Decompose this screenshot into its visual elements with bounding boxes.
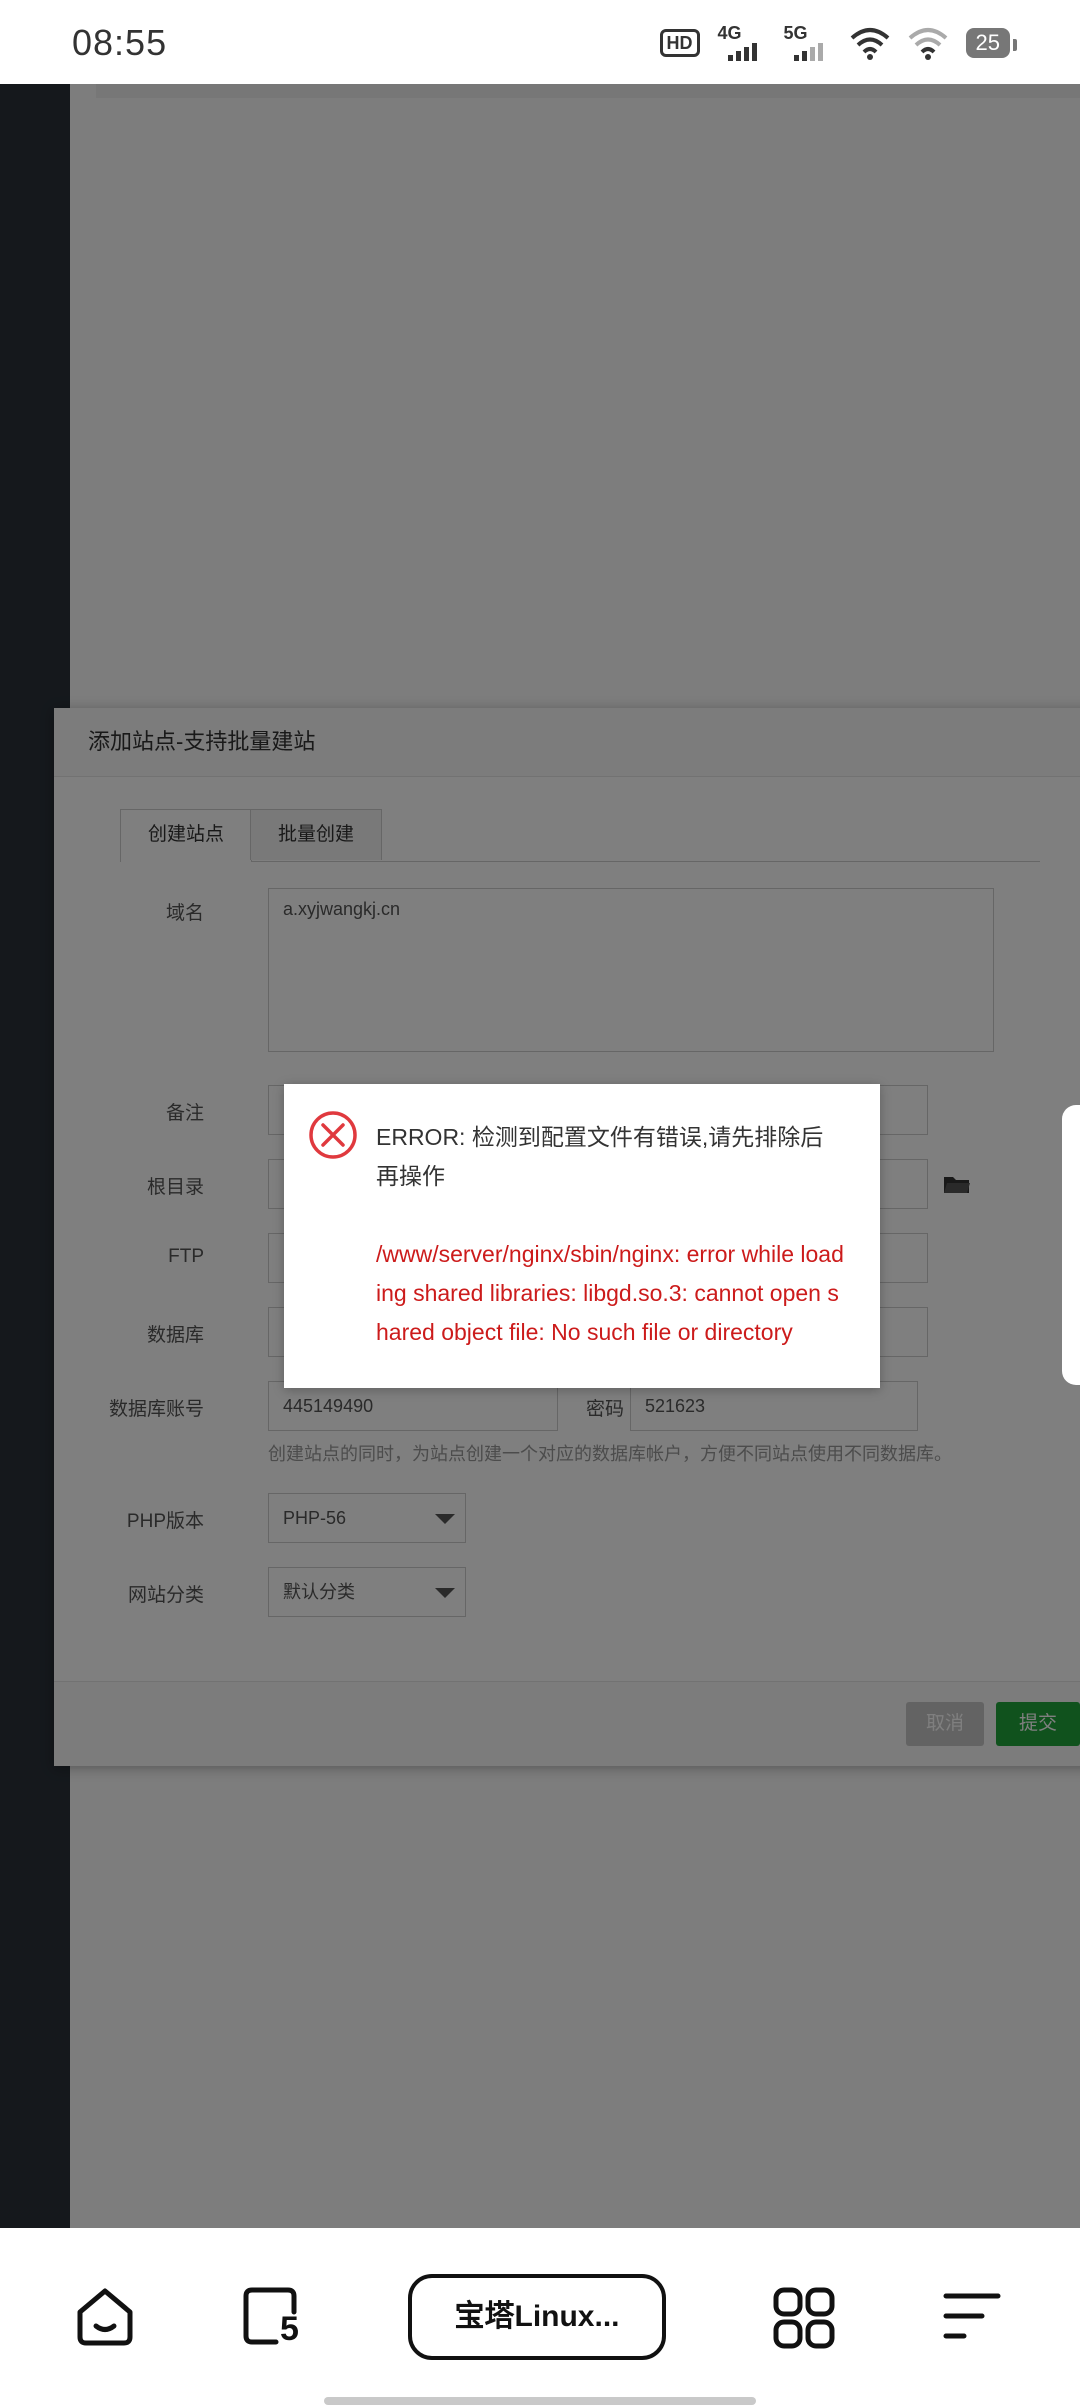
- page-title-pill[interactable]: 宝塔Linux...: [408, 2274, 666, 2360]
- home-icon[interactable]: [74, 2286, 136, 2348]
- status-bar: 08:55 HD 4G 5G 25: [0, 0, 1080, 84]
- hd-icon: HD: [659, 29, 700, 57]
- home-indicator[interactable]: [324, 2397, 756, 2405]
- status-icons: HD 4G 5G 25: [659, 22, 1018, 64]
- edge-panel-handle[interactable]: [1062, 1105, 1080, 1385]
- error-icon: [309, 1111, 357, 1159]
- wifi-icon: [850, 28, 889, 60]
- error-title: ERROR: 检测到配置文件有错误,请先排除后再操作: [376, 1124, 824, 1189]
- signal-5g-icon: 5G: [783, 23, 832, 61]
- battery-icon: 25: [965, 28, 1018, 58]
- error-detail: /www/server/nginx/sbin/nginx: error whil…: [376, 1241, 844, 1345]
- clock: 08:55: [72, 22, 168, 63]
- signal-4g-icon: 4G: [717, 23, 766, 61]
- error-dialog: ERROR: 检测到配置文件有错误,请先排除后再操作 /www/server/n…: [284, 1084, 880, 1388]
- menu-icon[interactable]: [942, 2286, 1002, 2346]
- signal-4g-label: 4G: [717, 23, 742, 43]
- bottom-nav-bar: 5 宝塔Linux...: [0, 2228, 1080, 2408]
- wifi-icon: [908, 28, 947, 60]
- tab-count: 5: [280, 2310, 299, 2348]
- signal-5g-label: 5G: [783, 23, 808, 43]
- tabs-button[interactable]: 5: [242, 2286, 306, 2350]
- apps-grid-icon[interactable]: [772, 2286, 836, 2350]
